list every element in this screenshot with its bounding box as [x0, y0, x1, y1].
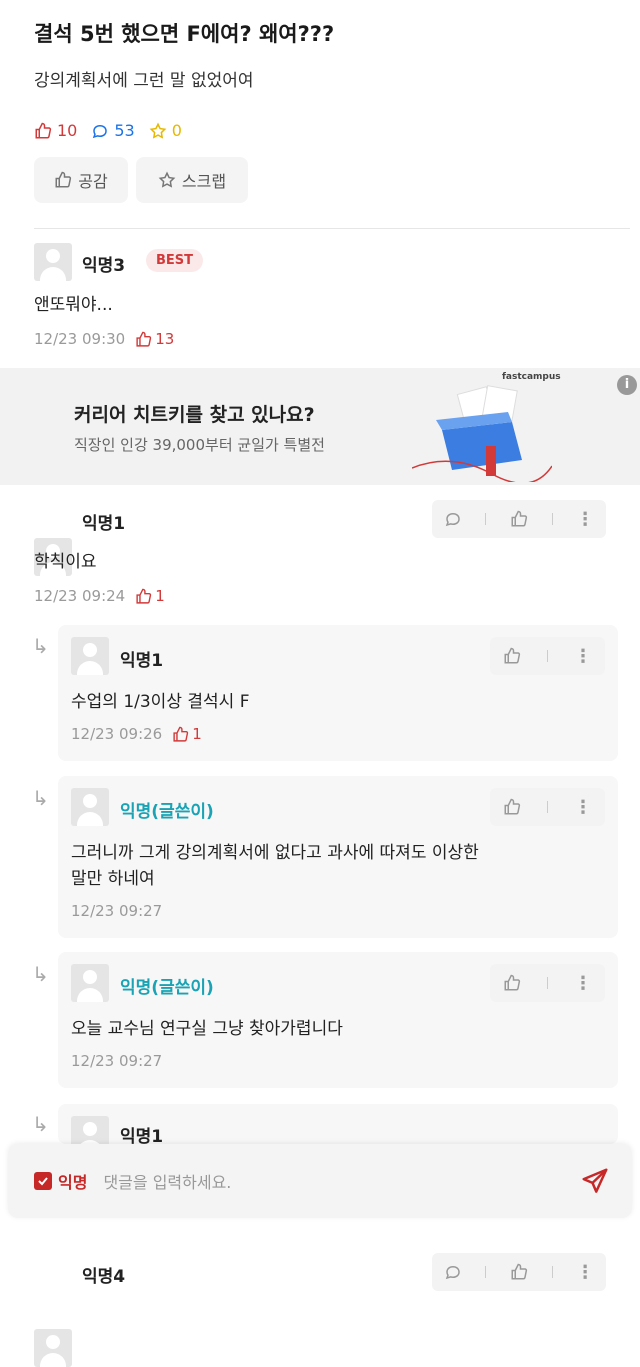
thumb-up-icon[interactable] — [510, 1263, 528, 1281]
more-icon[interactable]: ⋮ — [576, 509, 594, 530]
comment-like-count: 13 — [135, 330, 174, 348]
ad-info-icon[interactable]: i — [617, 375, 637, 395]
more-icon[interactable]: ⋮ — [574, 973, 592, 994]
thumb-up-icon[interactable] — [510, 510, 528, 528]
ad-subtext: 직장인 인강 39,000부터 균일가 특별전 — [74, 436, 325, 454]
thumb-up-icon[interactable] — [503, 798, 521, 816]
more-icon[interactable]: ⋮ — [574, 797, 592, 818]
post-body: 강의계획서에 그런 말 없었어여 — [34, 71, 254, 91]
comment-composer: 익명 댓글을 입력하세요. — [8, 1144, 632, 1218]
star-icon — [149, 122, 167, 139]
reply-time: 12/23 09:26 — [71, 725, 163, 743]
reply-meta: 12/23 09:26 1 — [71, 725, 202, 743]
avatar — [71, 637, 109, 675]
post-title: 결석 5번 했으면 F에여? 왜여??? — [34, 22, 335, 46]
like-button[interactable]: 공감 — [34, 157, 128, 203]
check-icon — [38, 1177, 48, 1186]
comment-time: 12/23 09:30 — [34, 330, 126, 348]
thumb-up-icon — [173, 726, 189, 742]
comment-nickname: 익명4 — [82, 1267, 126, 1287]
reply-meta: 12/23 09:27 — [71, 1052, 162, 1070]
reply-time: 12/23 09:27 — [71, 902, 163, 920]
reply-text: 오늘 교수님 연구실 그냥 찾아가렵니다 — [71, 1019, 343, 1039]
reply-nickname: 익명(글쓴이) — [120, 978, 214, 998]
reply-nickname: 익명(글쓴이) — [120, 802, 214, 822]
reply-text-line-2: 말만 하네여 — [71, 869, 155, 889]
reply-text-line-1: 그러니까 그게 강의계획서에 없다고 과사에 따져도 이상한 — [71, 843, 479, 863]
avatar — [71, 788, 109, 826]
reply-actions: ⋮ — [490, 637, 605, 675]
reply-item: 익명(글쓴이) ⋮ 오늘 교수님 연구실 그냥 찾아가렵니다 12/23 09:… — [58, 952, 618, 1088]
avatar — [71, 1116, 109, 1144]
comment-text: 앤또뭐야... — [34, 295, 113, 315]
comment-input[interactable]: 댓글을 입력하세요. — [103, 1169, 580, 1193]
comment-time: 12/23 09:24 — [34, 587, 126, 605]
comment-like-count: 1 — [135, 587, 165, 605]
separator — [551, 513, 553, 525]
reply-arrow-icon: ↳ — [32, 962, 49, 986]
ad-brand: fastcampus — [502, 372, 561, 382]
thumb-up-icon — [35, 122, 52, 138]
comment-count: 53 — [91, 121, 135, 140]
avatar — [34, 243, 72, 281]
avatar — [34, 1329, 72, 1367]
reply-item: 익명1 — [58, 1104, 618, 1144]
ad-headline: 커리어 치트키를 찾고 있나요? — [74, 404, 315, 426]
scrap-count: 0 — [149, 121, 182, 140]
more-icon[interactable]: ⋮ — [576, 1262, 594, 1283]
reply-arrow-icon: ↳ — [32, 786, 49, 810]
reply-icon[interactable] — [444, 1263, 462, 1281]
reply-icon[interactable] — [444, 510, 462, 528]
comment-meta: 12/23 09:24 1 — [34, 587, 165, 605]
comment-text: 학칙이요 — [34, 552, 97, 572]
comment-nickname: 익명3 — [82, 256, 126, 276]
anonymous-checkbox[interactable] — [34, 1172, 52, 1190]
reply-nickname: 익명1 — [120, 1127, 164, 1144]
reply-arrow-icon: ↳ — [32, 1112, 49, 1136]
separator — [485, 513, 487, 525]
best-badge: BEST — [146, 249, 204, 272]
gift-box-illustration — [412, 385, 552, 482]
scrap-button[interactable]: 스크랩 — [136, 157, 248, 203]
reply-text: 수업의 1/3이상 결석시 F — [71, 692, 250, 712]
reply-actions: ⋮ — [490, 964, 605, 1002]
thumb-up-icon[interactable] — [503, 974, 521, 992]
separator — [547, 801, 548, 813]
comment-actions: ⋮ — [432, 1253, 606, 1291]
like-count: 10 — [34, 121, 77, 140]
comment-meta: 12/23 09:30 13 — [34, 330, 174, 348]
separator — [547, 977, 548, 989]
thumb-up-icon — [55, 171, 72, 188]
comment-icon — [93, 124, 108, 138]
star-icon — [158, 171, 176, 188]
thumb-up-icon — [136, 588, 152, 604]
separator — [485, 1266, 487, 1278]
anonymous-label[interactable]: 익명 — [58, 1169, 87, 1193]
thumb-up-icon — [136, 331, 152, 347]
reply-item: 익명(글쓴이) ⋮ 그러니까 그게 강의계획서에 없다고 과사에 따져도 이상한… — [58, 776, 618, 938]
reply-nickname: 익명1 — [120, 651, 164, 671]
thumb-up-icon[interactable] — [503, 647, 521, 665]
reply-time: 12/23 09:27 — [71, 1052, 163, 1070]
separator — [551, 1266, 553, 1278]
separator — [547, 650, 548, 662]
reply-item: 익명1 ⋮ 수업의 1/3이상 결석시 F 12/23 09:26 1 — [58, 625, 618, 761]
divider — [34, 228, 630, 229]
post-stats: 10 53 0 — [34, 121, 182, 140]
comment-nickname: 익명1 — [82, 514, 126, 534]
comment-actions: ⋮ — [432, 500, 606, 538]
more-icon[interactable]: ⋮ — [574, 646, 592, 667]
reply-arrow-icon: ↳ — [32, 634, 49, 658]
ad-banner[interactable]: 커리어 치트키를 찾고 있나요? 직장인 인강 39,000부터 균일가 특별전… — [0, 368, 640, 485]
reply-actions: ⋮ — [490, 788, 605, 826]
reply-like-count: 1 — [172, 725, 202, 743]
avatar — [71, 964, 109, 1002]
reply-meta: 12/23 09:27 — [71, 902, 162, 920]
send-icon[interactable] — [580, 1166, 610, 1196]
